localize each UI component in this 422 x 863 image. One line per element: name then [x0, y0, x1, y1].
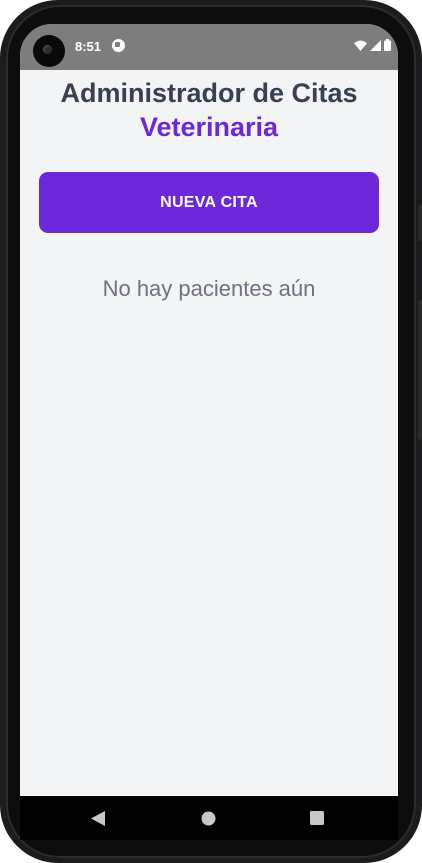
- new-appointment-button[interactable]: NUEVA CITA: [39, 172, 379, 233]
- status-icons: [354, 38, 391, 52]
- home-icon[interactable]: [201, 811, 216, 831]
- phone-frame: 8:51 Administrador de Citas Veterinaria …: [0, 0, 422, 863]
- side-button-volume: [418, 300, 422, 440]
- status-time: 8:51: [75, 39, 102, 54]
- camera-cutout: [33, 35, 65, 67]
- signal-icon: [370, 39, 381, 51]
- back-icon[interactable]: [91, 811, 105, 831]
- app-content: Administrador de Citas Veterinaria NUEVA…: [20, 70, 398, 796]
- app-notification-icon: [112, 39, 125, 52]
- empty-patients-message: No hay pacientes aún: [102, 276, 316, 301]
- page-subtitle: Veterinaria: [139, 112, 279, 142]
- recents-icon[interactable]: [310, 811, 324, 830]
- status-bar: 8:51: [20, 24, 398, 70]
- wifi-icon: [354, 40, 367, 51]
- battery-icon: [384, 39, 391, 51]
- screen: 8:51 Administrador de Citas Veterinaria …: [20, 24, 398, 796]
- navigation-bar: [20, 796, 398, 840]
- page-title: Administrador de Citas: [60, 78, 358, 108]
- side-button-top: [418, 205, 422, 241]
